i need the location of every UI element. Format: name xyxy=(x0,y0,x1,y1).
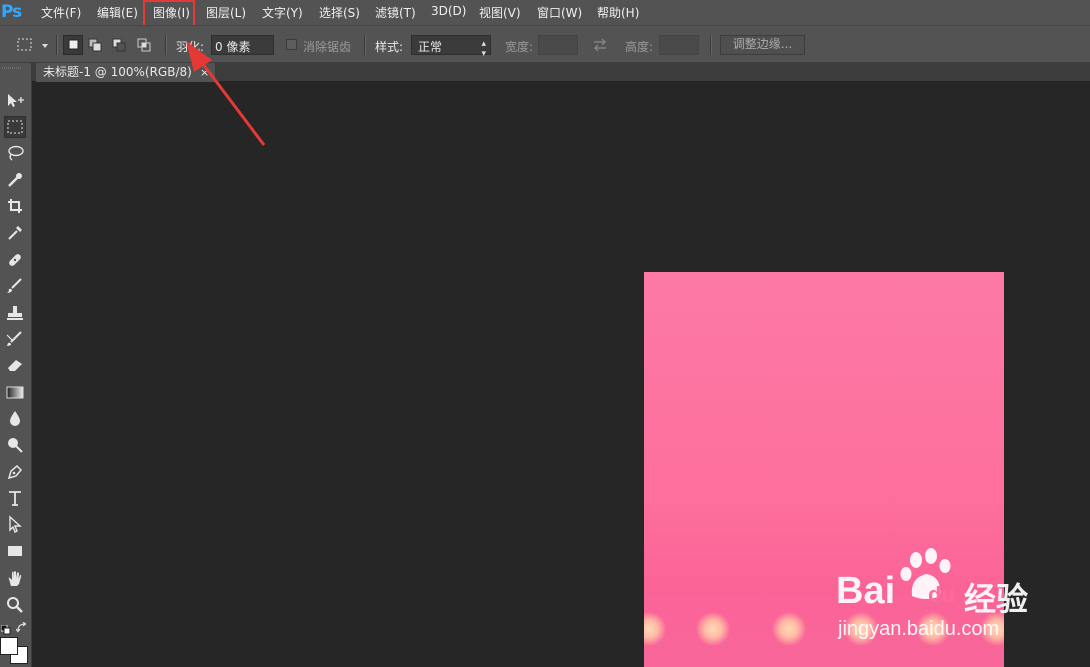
crop-icon xyxy=(8,199,22,213)
watermark-url: jingyan.baidu.com xyxy=(838,618,1000,640)
subtract-selection-icon xyxy=(112,38,126,52)
menu-filter[interactable]: 滤镜(T) xyxy=(375,4,416,21)
hand-tool[interactable] xyxy=(4,568,26,590)
antialias-checkbox[interactable] xyxy=(286,39,297,50)
intersect-selection-icon xyxy=(137,38,151,52)
options-separator xyxy=(710,35,712,55)
add-selection-icon xyxy=(88,38,102,52)
menu-window[interactable]: 窗口(W) xyxy=(537,4,582,21)
healing-brush-tool[interactable] xyxy=(4,249,26,271)
height-input[interactable] xyxy=(659,35,699,55)
marquee-icon xyxy=(7,120,23,134)
eyedropper-tool[interactable] xyxy=(4,222,26,244)
quick-selection-tool[interactable] xyxy=(4,169,26,191)
swap-colors-icon[interactable] xyxy=(15,619,28,638)
style-select-value: 正常 xyxy=(418,40,443,54)
bokeh-light xyxy=(696,612,730,646)
hand-icon xyxy=(8,571,22,586)
lasso-icon xyxy=(8,145,24,161)
options-bar: 羽化: 0 像素 消除锯齿 样式: 正常 ▴ ▾ 宽度: 高度: 调整边缘... xyxy=(0,25,1090,63)
new-selection-button[interactable] xyxy=(63,35,83,55)
dodge-icon xyxy=(8,438,23,453)
photoshop-logo: Ps xyxy=(1,2,22,22)
antialias-label: 消除锯齿 xyxy=(303,40,352,54)
eraser-tool[interactable] xyxy=(4,354,26,376)
lasso-tool[interactable] xyxy=(4,142,26,164)
menu-select[interactable]: 选择(S) xyxy=(319,4,360,21)
document-tab[interactable]: 未标题-1 @ 100%(RGB/8) xyxy=(36,63,215,82)
watermark-brand-bai: Bai xyxy=(836,570,896,612)
options-separator xyxy=(364,35,366,55)
tool-preset-picker[interactable] xyxy=(15,36,51,54)
swap-dimensions-icon[interactable] xyxy=(592,37,608,56)
new-selection-icon xyxy=(68,39,79,50)
droplet-icon xyxy=(10,411,20,426)
feather-label: 羽化: xyxy=(176,40,205,54)
blur-tool[interactable] xyxy=(4,407,26,429)
rectangle-shape-tool[interactable] xyxy=(4,540,26,562)
eyedropper-icon xyxy=(8,226,22,240)
intersect-selection-button[interactable] xyxy=(135,35,155,55)
history-brush-icon xyxy=(6,331,22,346)
feather-input[interactable]: 0 像素 xyxy=(211,35,274,55)
brush-tool[interactable] xyxy=(4,275,26,297)
subtract-from-selection-button[interactable] xyxy=(110,35,130,55)
menu-3d[interactable]: 3D(D) xyxy=(431,4,466,18)
gradient-tool[interactable] xyxy=(4,381,26,403)
menu-view[interactable]: 视图(V) xyxy=(479,4,521,21)
panel-grip-icon xyxy=(2,67,22,69)
document-tab-title: 未标题-1 @ 100%(RGB/8) xyxy=(43,65,192,79)
document-tab-strip: 未标题-1 @ 100%(RGB/8) xyxy=(32,63,1090,82)
pen-tool[interactable] xyxy=(4,461,26,483)
menu-edit[interactable]: 编辑(E) xyxy=(97,4,138,21)
foreground-color-swatch[interactable] xyxy=(0,637,18,655)
history-brush-tool[interactable] xyxy=(4,328,26,350)
options-separator xyxy=(56,35,58,55)
zoom-tool[interactable] xyxy=(4,594,26,616)
height-label: 高度: xyxy=(625,40,654,54)
crop-tool[interactable] xyxy=(4,195,26,217)
menu-help[interactable]: 帮助(H) xyxy=(597,4,639,21)
move-icon xyxy=(8,94,24,107)
select-arrows-icon: ▴ ▾ xyxy=(481,39,486,59)
add-to-selection-button[interactable] xyxy=(86,35,106,55)
clone-stamp-tool[interactable] xyxy=(4,302,26,324)
menu-layer[interactable]: 图层(L) xyxy=(206,4,246,21)
path-selection-icon xyxy=(9,515,22,533)
options-separator xyxy=(165,35,167,55)
close-icon[interactable]: × xyxy=(200,66,209,79)
menu-type[interactable]: 文字(Y) xyxy=(262,4,303,21)
menu-file[interactable]: 文件(F) xyxy=(41,4,81,21)
brush-icon xyxy=(7,278,22,293)
bokeh-light xyxy=(644,612,666,646)
dodge-tool[interactable] xyxy=(4,434,26,456)
gradient-icon xyxy=(6,386,24,399)
style-select[interactable]: 正常 ▴ ▾ xyxy=(411,35,491,59)
bokeh-light xyxy=(772,612,806,646)
bandage-icon xyxy=(9,254,21,266)
eraser-icon xyxy=(8,360,22,371)
marquee-preset-icon xyxy=(17,38,48,51)
quick-selection-icon xyxy=(8,173,22,187)
baidu-jingyan-watermark: Bai du 经验 jingyan.baidu.com xyxy=(836,548,1048,644)
refine-edge-button[interactable]: 调整边缘... xyxy=(720,35,805,55)
type-icon xyxy=(9,491,21,506)
watermark-brand-cn: 经验 xyxy=(964,580,1029,618)
width-label: 宽度: xyxy=(505,40,534,54)
watermark-brand-du: du xyxy=(928,582,955,607)
rectangular-marquee-tool[interactable] xyxy=(4,116,26,138)
zoom-icon xyxy=(7,597,23,613)
move-tool[interactable] xyxy=(4,89,26,111)
path-selection-tool[interactable] xyxy=(4,513,26,535)
pen-icon xyxy=(7,464,23,480)
rectangle-icon xyxy=(8,546,22,556)
style-label: 样式: xyxy=(375,40,404,54)
type-tool[interactable] xyxy=(4,487,26,509)
width-input[interactable] xyxy=(538,35,578,55)
stamp-icon xyxy=(7,306,23,320)
